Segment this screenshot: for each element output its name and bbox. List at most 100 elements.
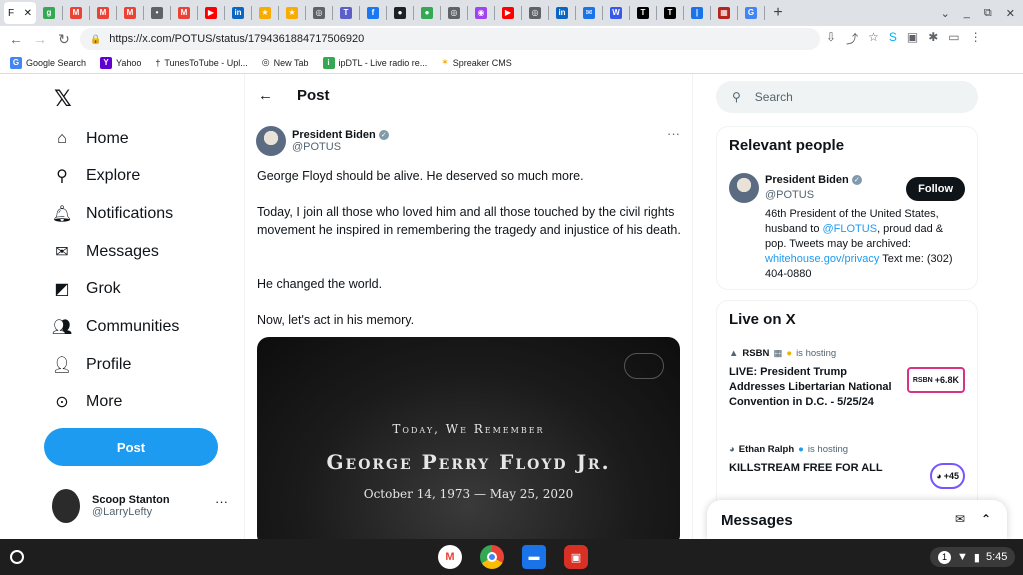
rsbn-logo-icon: ▲ (729, 348, 739, 359)
tab[interactable]: M (173, 2, 195, 24)
nav-grok[interactable]: ◩ Grok (52, 279, 120, 299)
avatar[interactable] (729, 173, 759, 203)
tab[interactable]: ◉ (470, 2, 492, 24)
account-switcher[interactable]: Scoop Stanton @LarryLefty ··· (52, 486, 234, 526)
nav-explore[interactable]: ⚲ Explore (52, 166, 140, 186)
post-author[interactable]: President Biden ✓ @POTUS (256, 126, 389, 156)
close-tab-icon[interactable]: ✕ (24, 8, 32, 19)
gmail-icon: M (124, 7, 136, 19)
bookmark-item[interactable]: G Google Search (10, 56, 86, 69)
relevant-handle[interactable]: @POTUS (765, 189, 814, 201)
author-handle[interactable]: @POTUS (292, 141, 389, 153)
tab[interactable]: • (146, 2, 168, 24)
new-tab-button[interactable]: + (767, 2, 789, 24)
side-panel-icon[interactable]: ▭ (948, 30, 959, 47)
nav-profile[interactable]: 👤︎ Profile (52, 355, 132, 375)
tab[interactable]: ★ (254, 2, 276, 24)
launcher-icon[interactable] (10, 550, 24, 564)
more-dots-icon[interactable]: ··· (215, 494, 228, 509)
tab[interactable]: ● (416, 2, 438, 24)
chevron-up-icon[interactable]: ⌃ (981, 512, 991, 526)
follow-button[interactable]: Follow (906, 177, 965, 201)
google-icon: G (10, 56, 22, 69)
restore-icon[interactable]: ⧉ (984, 7, 992, 20)
tab[interactable]: ▦ (713, 2, 735, 24)
tab[interactable]: M (119, 2, 141, 24)
bookmark-item[interactable]: ◎ New Tab (262, 57, 309, 68)
close-window-icon[interactable]: ✕ (1006, 7, 1015, 20)
chrome-app-icon[interactable] (480, 545, 504, 569)
tab[interactable]: ◎ (524, 2, 546, 24)
install-icon[interactable]: ⇩ (826, 30, 836, 47)
tab[interactable]: M (65, 2, 87, 24)
post-media-image[interactable]: Today, We Remember George Perry Floyd Jr… (257, 337, 680, 539)
tab[interactable]: g (38, 2, 60, 24)
gmail-app-icon[interactable]: M (438, 545, 462, 569)
live-title[interactable]: LIVE: President Trump Addresses Libertar… (729, 365, 899, 410)
tab[interactable]: ★ (281, 2, 303, 24)
tab[interactable]: ◎ (443, 2, 465, 24)
x-logo-icon[interactable]: 𝕏 (54, 86, 72, 112)
nav-messages[interactable]: ✉ Messages (52, 242, 159, 262)
screen-capture-app-icon[interactable]: ▣ (564, 545, 588, 569)
tab[interactable]: ✉ (578, 2, 600, 24)
bookmark-item[interactable]: ✶ Spreaker CMS (441, 57, 512, 68)
bookmark-star-icon[interactable]: ☆ (868, 30, 879, 47)
tab[interactable]: ▶ (200, 2, 222, 24)
nav-more[interactable]: ⊙ More (52, 392, 122, 412)
live-listener-count[interactable]: ◕ +45 (930, 463, 965, 489)
tab[interactable]: in (551, 2, 573, 24)
active-tab[interactable]: F ✕ (4, 2, 36, 24)
search-input[interactable]: ⚲ Search (716, 81, 978, 113)
share-icon[interactable]: ⤴ (846, 30, 858, 47)
nav-communities[interactable]: 👥︎ Communities (52, 317, 180, 337)
tab[interactable]: W (605, 2, 627, 24)
avatar[interactable] (256, 126, 286, 156)
nav-home[interactable]: ⌂ Home (52, 129, 129, 149)
files-app-icon[interactable]: ▬ (522, 545, 546, 569)
tab[interactable]: | (686, 2, 708, 24)
tab[interactable]: in (227, 2, 249, 24)
chevron-down-icon[interactable]: ⌄ (941, 7, 950, 20)
live-title[interactable]: KILLSTREAM FREE FOR ALL (729, 461, 899, 476)
new-message-icon[interactable]: ✉ (955, 512, 965, 526)
account-handle: @LarryLefty (92, 506, 153, 518)
tab[interactable]: ● (389, 2, 411, 24)
nav-notifications[interactable]: 🔔︎ Notifications (52, 204, 173, 224)
bio-link[interactable]: @FLOTUS (823, 223, 878, 235)
bookmark-item[interactable]: i ipDTL - Live radio re... (322, 56, 427, 69)
tab[interactable]: ▶ (497, 2, 519, 24)
tab[interactable]: T (632, 2, 654, 24)
address-bar[interactable]: 🔒 https://x.com/POTUS/status/17943618847… (80, 28, 820, 50)
column-divider (244, 74, 245, 539)
hosting-label: is hosting (796, 348, 837, 359)
extension-icon[interactable]: ▣ (907, 30, 918, 47)
menu-dots-icon[interactable]: ⋮ (970, 30, 982, 47)
verified-badge-icon: ✓ (378, 130, 389, 140)
bio-link[interactable]: whitehouse.gov/privacy (765, 253, 879, 265)
back-arrow-icon[interactable]: ← (4, 31, 28, 47)
tab[interactable]: G (740, 2, 762, 24)
tab[interactable]: ◎ (308, 2, 330, 24)
tab[interactable]: T (335, 2, 357, 24)
forward-arrow-icon[interactable]: → (28, 31, 52, 47)
tab[interactable]: f (362, 2, 384, 24)
back-arrow-icon[interactable]: ← (258, 87, 273, 104)
minimize-icon[interactable]: _ (964, 7, 970, 19)
messages-drawer[interactable]: Messages ✉ ⌃ (707, 500, 1007, 539)
extension-skype-icon[interactable]: S (889, 30, 897, 47)
status-tray[interactable]: 1 ▼ ▮ 5:45 (930, 547, 1016, 567)
bookmark-item[interactable]: † TunesToTube - Upl... (155, 58, 247, 68)
post-button[interactable]: Post (44, 428, 218, 466)
author-name[interactable]: President Biden ✓ (292, 129, 389, 141)
relevant-name[interactable]: President Biden ✓ (765, 174, 862, 186)
reload-icon[interactable]: ↻ (52, 31, 76, 48)
live-listener-count[interactable]: RSBN +6.8K (906, 367, 965, 393)
shelf-apps: M ▬ ▣ (438, 545, 588, 569)
bookmark-item[interactable]: Y Yahoo (100, 56, 141, 69)
tab[interactable]: M (92, 2, 114, 24)
more-dots-icon[interactable]: ··· (667, 126, 680, 141)
puzzle-icon[interactable]: ✱ (928, 30, 938, 47)
avatar: ◕ (936, 471, 942, 481)
tab[interactable]: T (659, 2, 681, 24)
